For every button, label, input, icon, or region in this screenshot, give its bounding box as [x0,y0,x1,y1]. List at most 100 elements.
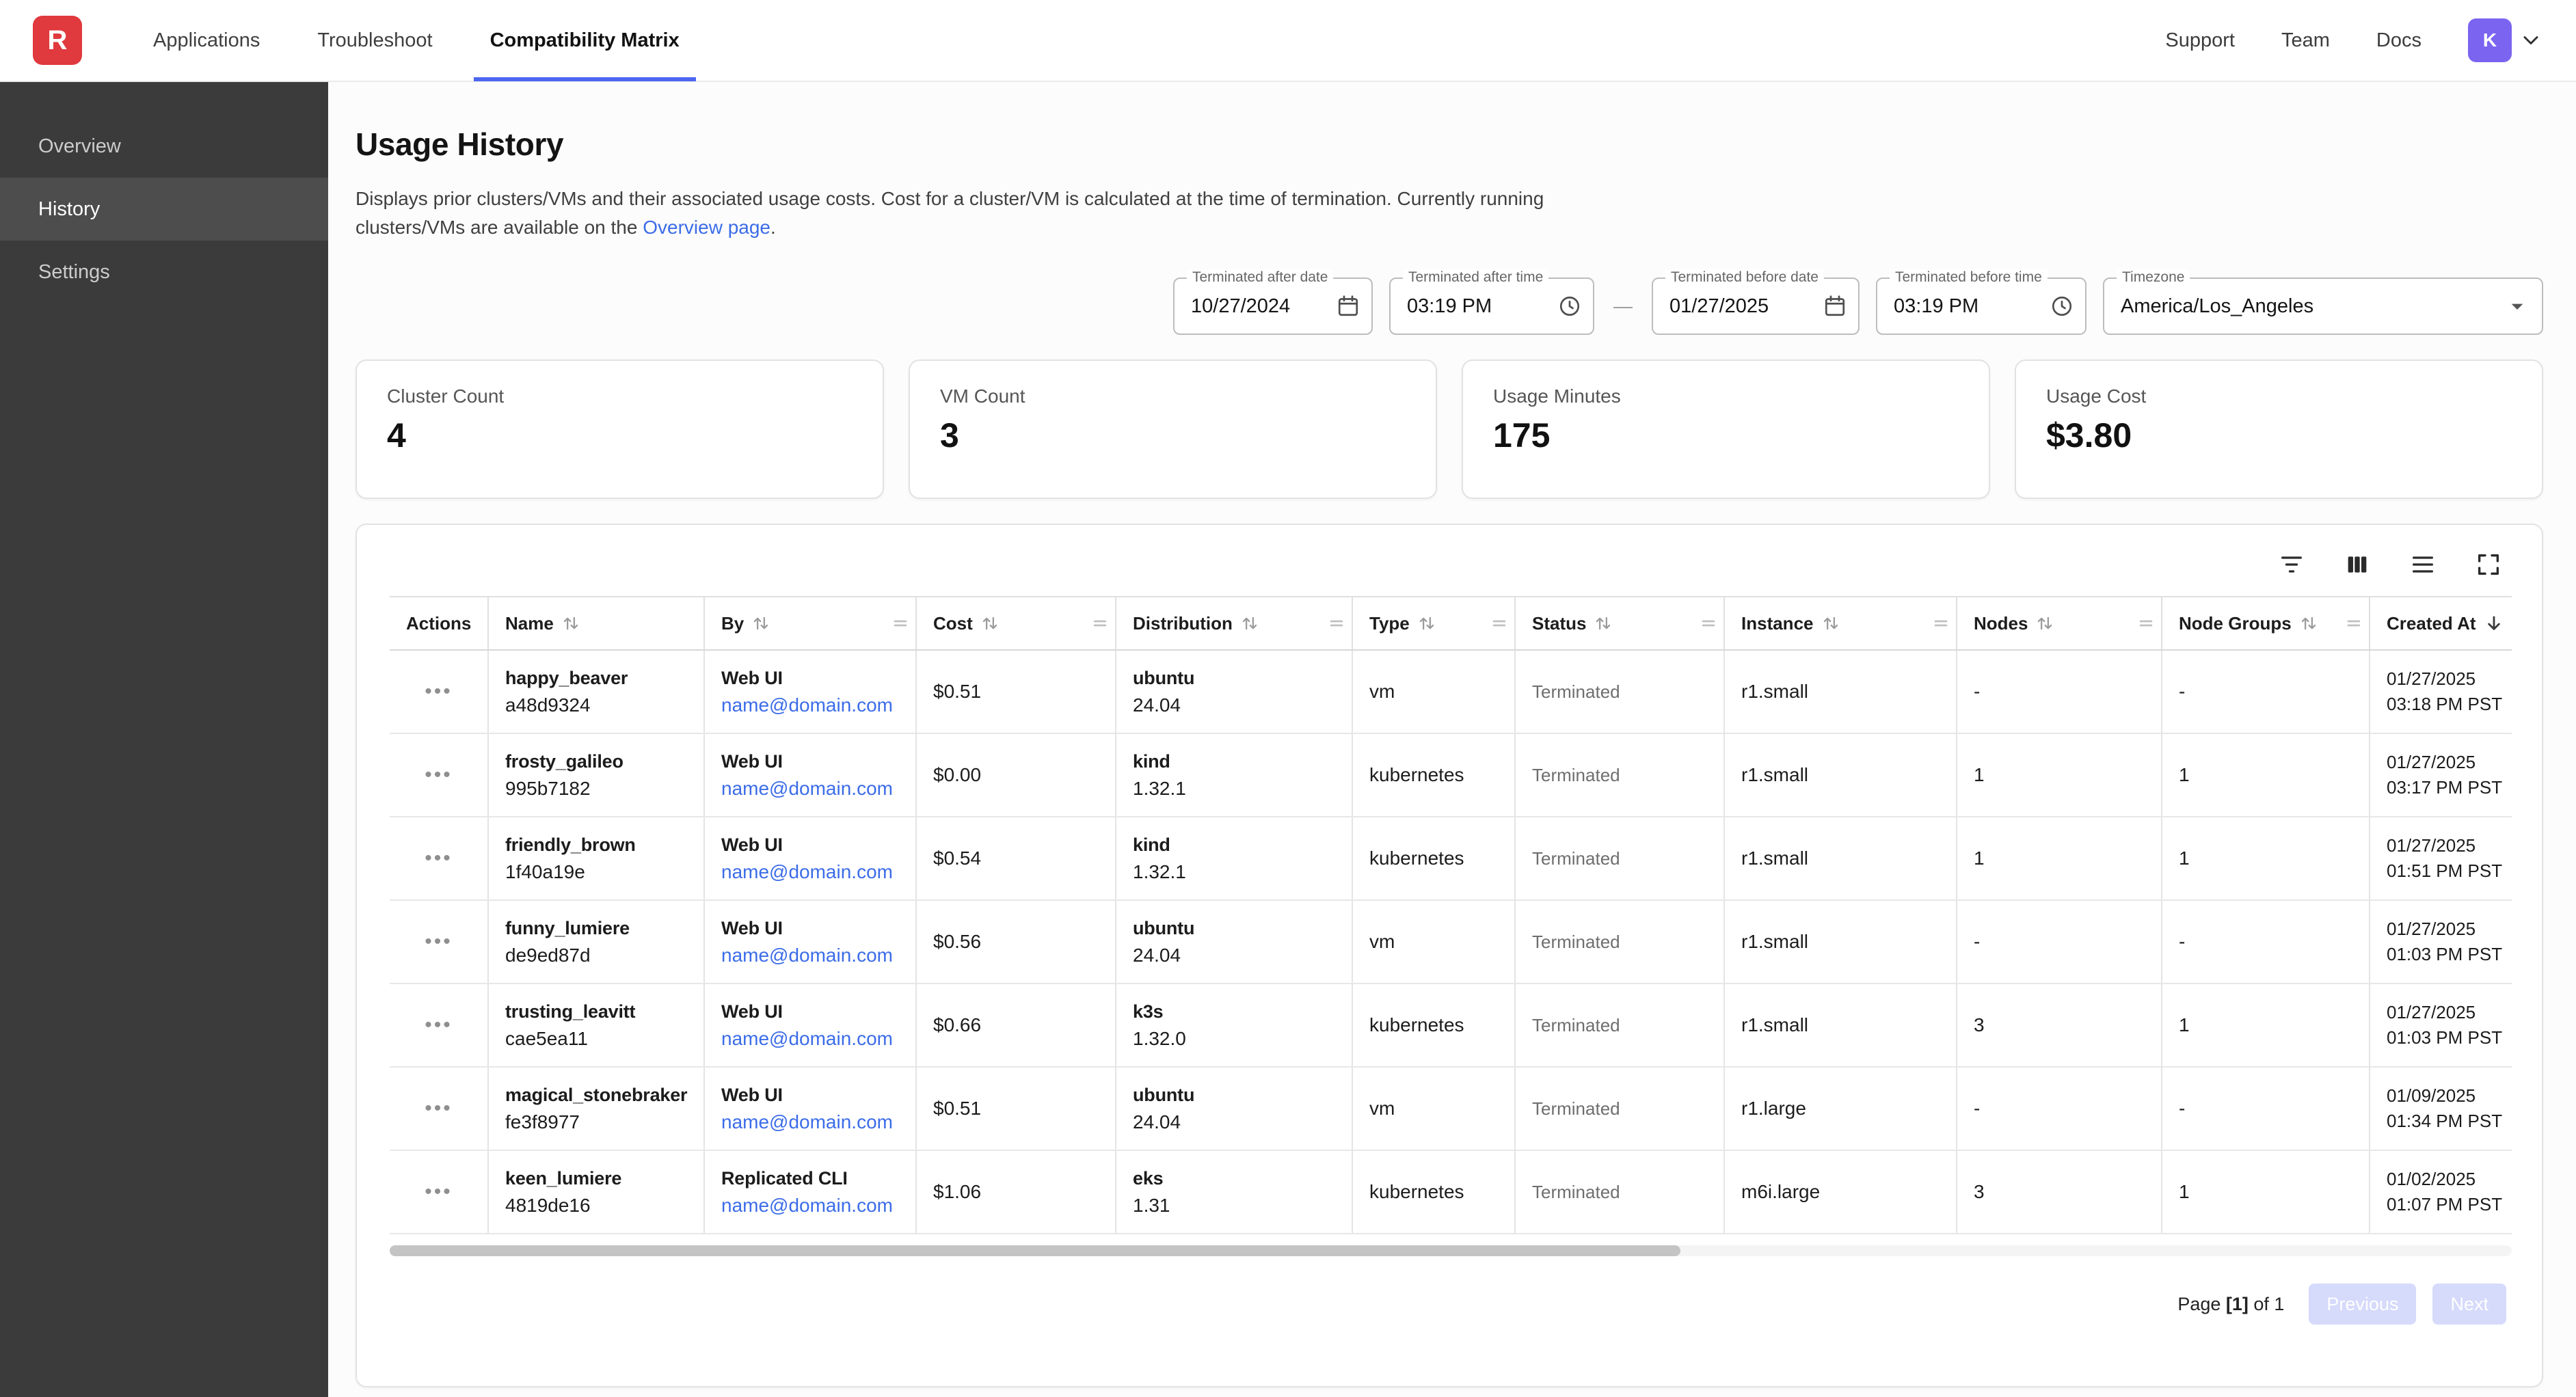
email-link[interactable]: name@domain.com [721,1195,907,1217]
sidebar-item-overview[interactable]: Overview [0,115,328,178]
column-menu-icon[interactable] [1090,614,1110,633]
density-icon[interactable] [2408,550,2438,580]
next-page-button[interactable]: Next [2432,1284,2506,1325]
nav-team[interactable]: Team [2281,29,2330,52]
dropdown-caret-icon[interactable] [2504,293,2531,320]
clock-icon[interactable] [2050,294,2074,318]
columns-icon[interactable] [2342,550,2372,580]
column-label: Instance [1741,613,1814,634]
table-row[interactable]: •••friendly_brown1f40a19eWeb UIname@doma… [390,817,2512,900]
row-actions-button[interactable]: ••• [425,763,453,787]
cell-cost: $0.56 [916,900,1116,984]
sort-icon [2036,614,2054,632]
terminated-after-time-field[interactable]: Terminated after time 03:19 PM [1389,277,1594,335]
column-header-created_at[interactable]: Created At [2370,597,2512,650]
nav-applications[interactable]: Applications [137,0,276,81]
nav-docs[interactable]: Docs [2376,29,2421,52]
column-header-cost[interactable]: Cost [916,597,1116,650]
cell-name: frosty_galileo995b7182 [488,733,704,817]
distribution-name: ubuntu [1133,1085,1343,1106]
filter-icon[interactable] [2277,550,2307,580]
row-actions-button[interactable]: ••• [425,680,453,703]
email-link[interactable]: name@domain.com [721,778,907,800]
stat-value: $3.80 [2046,416,2512,455]
column-header-node_groups[interactable]: Node Groups [2162,597,2370,650]
column-menu-icon[interactable] [1327,614,1346,633]
account-menu[interactable]: K [2468,18,2543,62]
column-header-instance[interactable]: Instance [1724,597,1957,650]
table-row[interactable]: •••keen_lumiere4819de16Replicated CLInam… [390,1150,2512,1234]
column-menu-icon[interactable] [891,614,910,633]
replicated-logo[interactable]: R [33,16,82,65]
terminated-before-date-field[interactable]: Terminated before date 01/27/2025 [1652,277,1860,335]
column-label: Created At [2387,613,2476,634]
table-row[interactable]: •••happy_beavera48d9324Web UIname@domain… [390,650,2512,733]
column-header-status[interactable]: Status [1515,597,1724,650]
sort-icon [562,614,580,632]
cell-type: kubernetes [1352,984,1515,1067]
description-period: . [770,217,776,238]
cell-nodes: 3 [1957,1150,2162,1234]
column-menu-icon[interactable] [1699,614,1718,633]
previous-page-button[interactable]: Previous [2309,1284,2416,1325]
horizontal-scrollbar[interactable] [390,1245,2512,1256]
clock-icon[interactable] [1557,294,1582,318]
table-row[interactable]: •••funny_lumierede9ed87dWeb UIname@domai… [390,900,2512,984]
column-header-actions[interactable]: Actions [390,597,488,650]
cell-created-at: 01/27/202501:51 PM PST [2370,817,2512,900]
terminated-before-time-field[interactable]: Terminated before time 03:19 PM [1876,277,2087,335]
cell-name: funny_lumierede9ed87d [488,900,704,984]
cell-distribution: k3s1.32.0 [1116,984,1352,1067]
overview-page-link[interactable]: Overview page [643,217,770,238]
column-menu-icon[interactable] [2136,614,2156,633]
top-navbar: R Applications Troubleshoot Compatibilit… [0,0,2576,82]
nav-support[interactable]: Support [2165,29,2235,52]
column-header-by[interactable]: By [704,597,916,650]
fullscreen-icon[interactable] [2473,550,2504,580]
row-actions-button[interactable]: ••• [425,930,453,953]
created-time: 01:34 PM PST [2387,1111,2504,1132]
email-link[interactable]: name@domain.com [721,694,907,716]
calendar-icon[interactable] [1823,294,1847,318]
cell-distribution: kind1.32.1 [1116,733,1352,817]
email-link[interactable]: name@domain.com [721,1028,907,1050]
cell-created-at: 01/27/202503:18 PM PST [2370,650,2512,733]
scrollbar-thumb[interactable] [390,1245,1680,1256]
nav-troubleshoot[interactable]: Troubleshoot [301,0,448,81]
row-actions-button[interactable]: ••• [425,847,453,870]
column-menu-icon[interactable] [1490,614,1509,633]
cell-name: keen_lumiere4819de16 [488,1150,704,1234]
sidebar-item-history[interactable]: History [0,178,328,241]
column-header-distribution[interactable]: Distribution [1116,597,1352,650]
table-row[interactable]: •••frosty_galileo995b7182Web UIname@doma… [390,733,2512,817]
main-content: Usage History Displays prior clusters/VM… [328,82,2576,1397]
sidebar-item-settings[interactable]: Settings [0,241,328,303]
avatar[interactable]: K [2468,18,2512,62]
chevron-down-icon[interactable] [2519,28,2543,53]
column-menu-icon[interactable] [2344,614,2363,633]
row-actions-button[interactable]: ••• [425,1097,453,1120]
row-actions-button[interactable]: ••• [425,1014,453,1037]
timezone-select[interactable]: Timezone America/Los_Angeles [2103,277,2543,335]
column-header-type[interactable]: Type [1352,597,1515,650]
created-by: Web UI [721,668,907,689]
nav-compatibility-matrix[interactable]: Compatibility Matrix [474,0,696,81]
table-header-row: ActionsNameByCost Distribution TypeStatus I… [390,597,2512,650]
table-row[interactable]: •••trusting_leavittcae5ea11Web UIname@do… [390,984,2512,1067]
column-label: Distribution [1133,613,1233,634]
row-actions-button[interactable]: ••• [425,1180,453,1204]
column-header-name[interactable]: Name [488,597,704,650]
email-link[interactable]: name@domain.com [721,945,907,966]
column-menu-icon[interactable] [1931,614,1950,633]
email-link[interactable]: name@domain.com [721,1111,907,1133]
column-header-nodes[interactable]: Nodes [1957,597,2162,650]
cell-node-groups: 1 [2162,984,2370,1067]
calendar-icon[interactable] [1336,294,1360,318]
cluster-name: keen_lumiere [505,1168,695,1189]
distribution-name: ubuntu [1133,918,1343,939]
field-value: America/Los_Angeles [2121,295,2313,318]
terminated-after-date-field[interactable]: Terminated after date 10/27/2024 [1173,277,1373,335]
sort-icon [1822,614,1840,632]
table-row[interactable]: •••magical_stonebrakerfe3f8977Web UIname… [390,1067,2512,1150]
email-link[interactable]: name@domain.com [721,861,907,883]
